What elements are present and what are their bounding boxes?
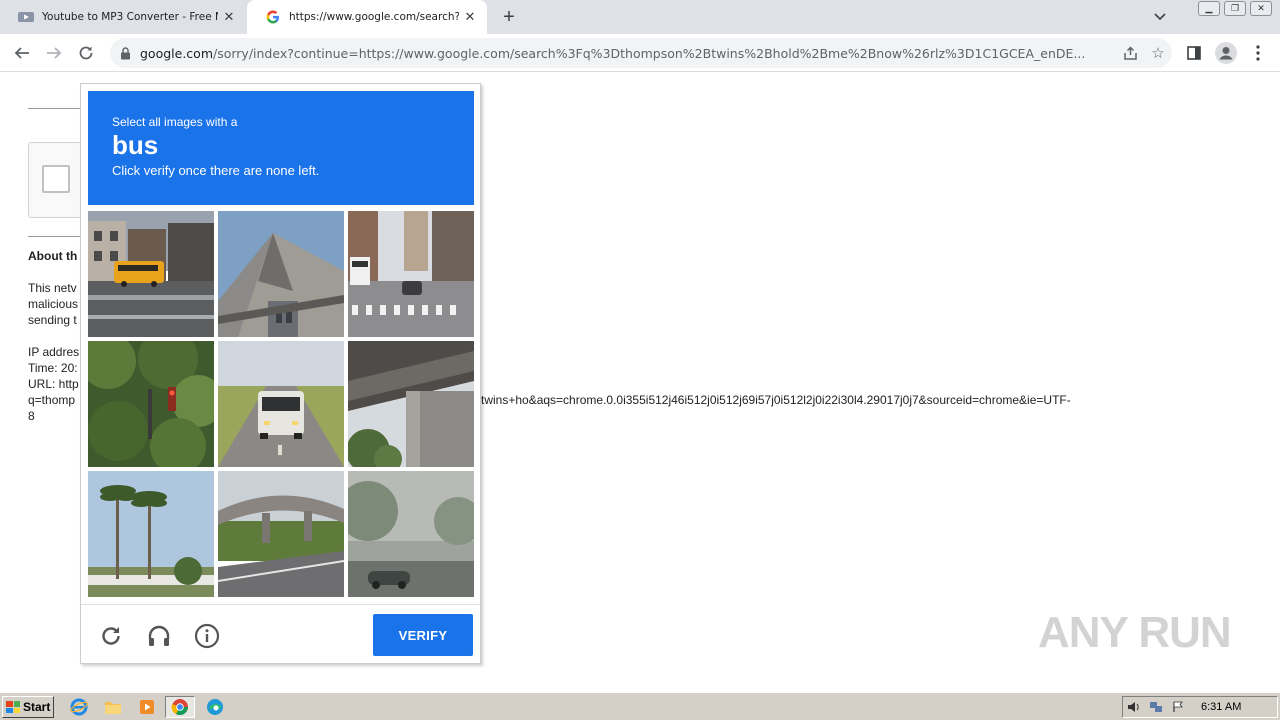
divider xyxy=(28,236,88,237)
new-tab-plus-icon[interactable]: + xyxy=(498,6,520,28)
share-icon[interactable] xyxy=(1116,39,1144,67)
challenge-tile-3[interactable] xyxy=(348,211,474,337)
tab-close-icon[interactable]: ✕ xyxy=(459,6,481,28)
address-bar[interactable]: google.com/sorry/index?continue=https://… xyxy=(110,38,1172,68)
url-continuation: q=thomp xyxy=(28,393,76,407)
system-tray: 6:31 AM xyxy=(1122,696,1278,718)
action-center-flag-icon[interactable] xyxy=(1167,697,1189,717)
audio-challenge-headphones-icon[interactable] xyxy=(145,622,173,650)
challenge-tile-9[interactable] xyxy=(348,471,474,597)
url-end: 8 xyxy=(28,409,35,423)
back-arrow-icon[interactable] xyxy=(10,41,34,65)
about-paragraph-line: malicious xyxy=(28,297,79,311)
recaptcha-checkbox[interactable] xyxy=(42,165,70,193)
divider xyxy=(28,108,88,109)
minimize-icon[interactable]: ▁ xyxy=(1198,1,1220,16)
volume-icon[interactable] xyxy=(1123,697,1145,717)
about-paragraph-line: sending t xyxy=(28,313,77,327)
url-host: google.com xyxy=(140,45,213,61)
internet-explorer-icon[interactable] xyxy=(68,697,90,717)
url-path: /sorry/index?continue=https://www.google… xyxy=(213,45,1086,61)
close-window-icon[interactable]: ✕ xyxy=(1250,1,1272,16)
challenge-tile-4[interactable] xyxy=(88,341,214,467)
challenge-image-grid xyxy=(88,211,474,597)
bookmark-star-icon[interactable]: ☆ xyxy=(1144,39,1172,67)
recaptcha-anchor[interactable] xyxy=(28,142,88,218)
url-text: google.com/sorry/index?continue=https://… xyxy=(140,46,1116,61)
reload-challenge-icon[interactable] xyxy=(97,622,125,650)
challenge-tile-2[interactable] xyxy=(218,211,344,337)
tab-youtube-converter[interactable]: Youtube to MP3 Converter - Free MP3 ✕ xyxy=(0,0,246,34)
browser-toolbar: google.com/sorry/index?continue=https://… xyxy=(0,34,1280,72)
edge-icon[interactable] xyxy=(204,697,226,717)
profile-avatar-icon[interactable] xyxy=(1214,41,1238,65)
challenge-tile-8[interactable] xyxy=(218,471,344,597)
challenge-tile-1[interactable] xyxy=(88,211,214,337)
side-panel-icon[interactable] xyxy=(1182,41,1206,65)
forward-arrow-icon[interactable] xyxy=(42,41,66,65)
tab-strip: Youtube to MP3 Converter - Free MP3 ✕ ht… xyxy=(0,0,1280,34)
converter-favicon-icon xyxy=(18,9,34,25)
restore-icon[interactable]: ❐ xyxy=(1224,1,1246,16)
tab-close-icon[interactable]: ✕ xyxy=(218,6,240,28)
start-button[interactable]: Start xyxy=(2,696,54,718)
window-controls: ▁ ❐ ✕ xyxy=(1198,1,1272,16)
about-heading: About th xyxy=(28,249,78,263)
ip-address-label: IP addres xyxy=(28,345,80,359)
reload-icon[interactable] xyxy=(74,41,98,65)
windows-logo-icon xyxy=(6,701,20,713)
google-favicon-icon xyxy=(265,9,281,25)
lock-icon[interactable] xyxy=(110,46,140,60)
challenge-target-object: bus xyxy=(112,130,159,160)
system-clock: 6:31 AM xyxy=(1201,701,1242,713)
challenge-subtitle: Select all images with a xyxy=(112,115,238,129)
tab-title: Youtube to MP3 Converter - Free MP3 xyxy=(42,11,218,23)
challenge-tile-7[interactable] xyxy=(88,471,214,597)
challenge-tile-6[interactable] xyxy=(348,341,474,467)
chevron-down-icon[interactable] xyxy=(1150,8,1170,26)
network-icon[interactable] xyxy=(1145,697,1167,717)
file-explorer-icon[interactable] xyxy=(102,697,124,717)
start-label: Start xyxy=(23,700,51,714)
challenge-instruction: Click verify once there are none left. xyxy=(112,163,320,178)
anyrun-watermark-logo: ANY RUN xyxy=(1038,608,1232,657)
about-paragraph-line: This netv xyxy=(28,281,77,295)
windows-taskbar: Start 6:31 AM xyxy=(0,692,1280,720)
recaptcha-challenge: Select all images with a bus Click verif… xyxy=(80,83,481,664)
chrome-taskbar-icon[interactable] xyxy=(165,696,195,718)
challenge-footer: VERIFY xyxy=(81,604,480,663)
tab-title: https://www.google.com/search?q= xyxy=(289,11,459,23)
info-help-icon[interactable] xyxy=(193,622,221,650)
challenge-header: Select all images with a bus Click verif… xyxy=(88,91,474,205)
verify-button[interactable]: VERIFY xyxy=(373,614,473,656)
url-continuation-visible: twins+ho&aqs=chrome.0.0i355i512j46i512j0… xyxy=(481,393,1071,407)
media-player-icon[interactable] xyxy=(136,697,158,717)
time-label: Time: 20: xyxy=(28,361,78,375)
challenge-tile-5[interactable] xyxy=(218,341,344,467)
kebab-menu-icon[interactable] xyxy=(1246,41,1270,65)
tab-google-search[interactable]: https://www.google.com/search?q= ✕ xyxy=(247,0,487,34)
url-label: URL: http xyxy=(28,377,79,391)
